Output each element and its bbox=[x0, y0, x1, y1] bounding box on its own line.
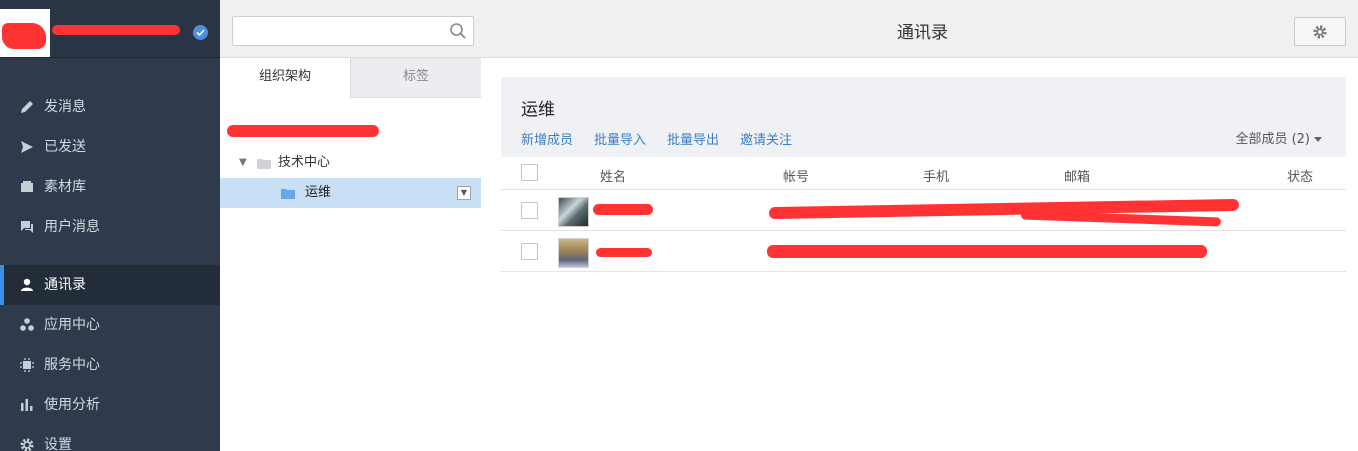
avatar bbox=[558, 197, 589, 227]
member-filter-label: 全部成员 (2) bbox=[1235, 132, 1310, 147]
org-tabs: 组织架构 标签 bbox=[220, 58, 481, 98]
sidebar-item-service-center[interactable]: 服务中心 bbox=[0, 345, 220, 385]
member-filter-dropdown[interactable]: 全部成员 (2) bbox=[1235, 128, 1322, 147]
verified-icon bbox=[193, 25, 208, 40]
dropdown-arrow-icon[interactable]: ▼ bbox=[457, 186, 471, 200]
department-actions: 新增成员 批量导入 批量导出 邀请关注 bbox=[521, 129, 813, 148]
redaction-mark bbox=[767, 245, 1207, 258]
send-icon bbox=[21, 141, 33, 153]
sidebar-item-analytics[interactable]: 使用分析 bbox=[0, 385, 220, 425]
redaction-mark bbox=[227, 125, 379, 137]
sidebar-item-label: 素材库 bbox=[44, 179, 86, 195]
settings-button[interactable] bbox=[1294, 17, 1346, 46]
sidebar-item-library[interactable]: 素材库 bbox=[0, 167, 220, 207]
sidebar-item-sent[interactable]: 已发送 bbox=[0, 127, 220, 167]
chat-icon bbox=[21, 221, 33, 233]
tree-node-label: 技术中心 bbox=[278, 155, 331, 170]
bar-chart-icon bbox=[21, 399, 33, 411]
column-header-email: 邮箱 bbox=[1064, 170, 1091, 185]
sidebar-item-user-messages[interactable]: 用户消息 bbox=[0, 207, 220, 247]
sidebar-header: …… bbox=[0, 0, 220, 58]
sidebar-item-label: 应用中心 bbox=[44, 317, 100, 333]
redaction-mark bbox=[596, 248, 652, 257]
redaction-mark bbox=[2, 23, 46, 49]
table-row[interactable] bbox=[501, 190, 1346, 231]
gear-icon bbox=[20, 438, 34, 451]
column-header-mobile: 手机 bbox=[923, 170, 950, 185]
batch-import-link[interactable]: 批量导入 bbox=[594, 129, 646, 148]
select-all-checkbox[interactable] bbox=[521, 164, 538, 181]
invite-follow-link[interactable]: 邀请关注 bbox=[740, 129, 792, 148]
chip-icon bbox=[20, 358, 34, 372]
sidebar-item-label: 使用分析 bbox=[44, 397, 100, 413]
department-panel: 运维 新增成员 批量导入 批量导出 邀请关注 全部成员 (2) bbox=[501, 77, 1346, 157]
gear-icon bbox=[1313, 25, 1327, 39]
sidebar-item-label: 已发送 bbox=[44, 139, 86, 155]
apps-icon bbox=[20, 318, 34, 331]
tab-tags[interactable]: 标签 bbox=[351, 58, 481, 98]
avatar bbox=[558, 238, 589, 268]
user-icon bbox=[21, 278, 33, 291]
top-header: 通讯录 bbox=[481, 0, 1358, 58]
sidebar-item-contacts[interactable]: 通讯录 bbox=[0, 265, 220, 305]
tree-node-ops[interactable]: 运维 ▼ bbox=[220, 178, 481, 208]
tab-org-structure[interactable]: 组织架构 bbox=[220, 58, 351, 98]
sidebar-item-app-center[interactable]: 应用中心 bbox=[0, 305, 220, 345]
sidebar-item-label: 发消息 bbox=[44, 99, 86, 115]
sidebar-item-label: 用户消息 bbox=[44, 219, 100, 235]
chevron-down-icon bbox=[1314, 137, 1322, 142]
table-row[interactable] bbox=[501, 231, 1346, 272]
batch-export-link[interactable]: 批量导出 bbox=[667, 129, 719, 148]
sidebar-nav: 发消息 已发送 素材库 用户消息 通讯录 应用中心 服务中心 使用分析 设置 bbox=[0, 87, 220, 451]
tree-node-tech-center[interactable]: ▼ 技术中心 bbox=[220, 148, 481, 178]
app-window: …… 发消息 已发送 素材库 用户消息 bbox=[0, 0, 1358, 451]
sidebar-item-label: 设置 bbox=[44, 437, 72, 451]
sidebar-item-settings[interactable]: 设置 bbox=[0, 425, 220, 451]
sidebar: …… 发消息 已发送 素材库 用户消息 bbox=[0, 0, 220, 451]
add-member-link[interactable]: 新增成员 bbox=[521, 129, 573, 148]
folder-icon bbox=[281, 189, 295, 199]
members-table: 姓名 帐号 手机 邮箱 状态 bbox=[501, 157, 1346, 272]
folder-icon bbox=[21, 181, 33, 192]
sidebar-item-label: 通讯录 bbox=[44, 277, 86, 293]
org-panel: 组织架构 标签 ▼ 技术中心 运维 ▼ bbox=[220, 0, 481, 451]
search-icon[interactable] bbox=[449, 22, 467, 40]
search-input[interactable] bbox=[232, 16, 474, 46]
caret-down-icon[interactable]: ▼ bbox=[239, 148, 247, 178]
redaction-mark bbox=[593, 204, 653, 215]
search-bar bbox=[220, 0, 481, 58]
sidebar-item-label: 服务中心 bbox=[44, 357, 100, 373]
page-title: 通讯录 bbox=[897, 23, 948, 43]
row-checkbox[interactable] bbox=[521, 202, 538, 219]
pencil-icon bbox=[21, 101, 33, 113]
column-header-account: 帐号 bbox=[783, 170, 810, 185]
redaction-mark bbox=[52, 25, 180, 35]
tree-node-label: 运维 bbox=[305, 185, 332, 200]
row-checkbox[interactable] bbox=[521, 243, 538, 260]
folder-icon bbox=[257, 159, 271, 169]
sidebar-item-send-message[interactable]: 发消息 bbox=[0, 87, 220, 127]
column-header-status: 状态 bbox=[1287, 170, 1314, 185]
column-header-name: 姓名 bbox=[600, 170, 627, 185]
company-logo bbox=[0, 9, 50, 57]
department-title: 运维 bbox=[521, 100, 555, 120]
org-tree: ▼ 技术中心 运维 ▼ bbox=[220, 98, 481, 451]
table-header: 姓名 帐号 手机 邮箱 状态 bbox=[501, 157, 1346, 190]
